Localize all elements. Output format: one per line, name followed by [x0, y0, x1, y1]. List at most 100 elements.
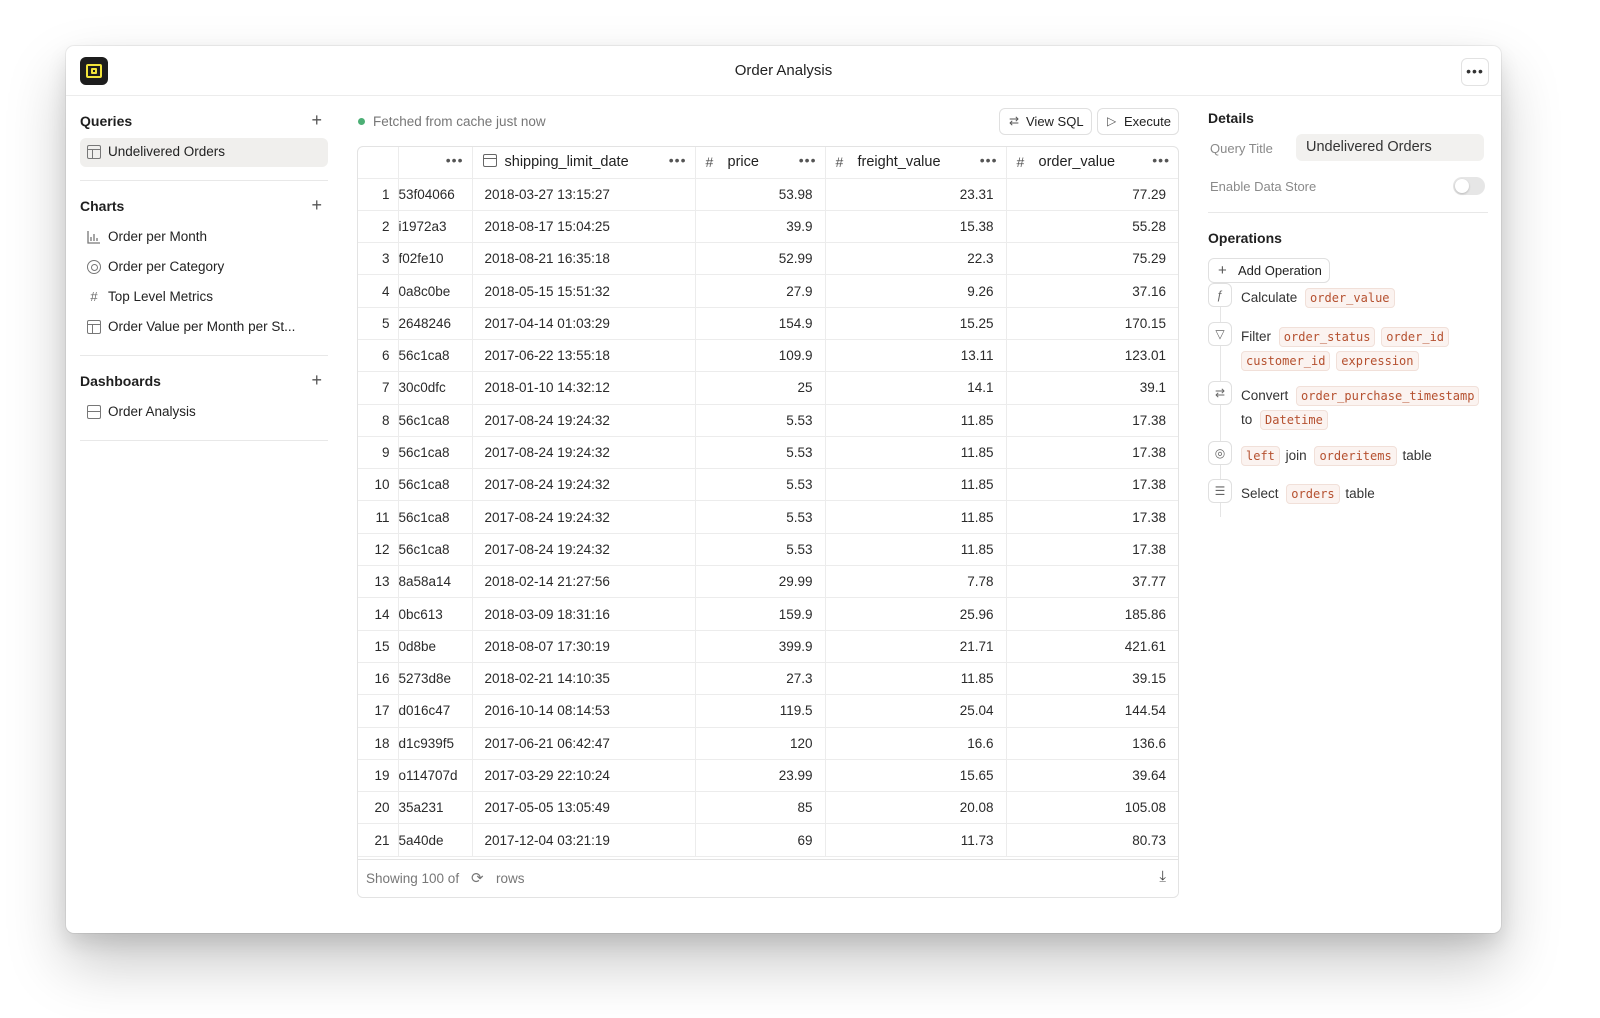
- details-panel: Details Query Title Undelivered Orders E…: [1208, 96, 1488, 933]
- table-row[interactable]: 3 f02fe10 2018-08-21 16:35:18 52.99 22.3 75.2…: [358, 242, 1178, 276]
- table-row[interactable]: 8 56c1ca8 2017-08-24 19:24:32 5.53 11.85 17.3…: [358, 404, 1178, 437]
- cell-order-value: 75.29: [1006, 242, 1178, 276]
- sidebar-item-order-per-category[interactable]: Order per Category: [80, 253, 328, 282]
- cell-price: 5.53: [695, 500, 826, 534]
- dashboard-icon: [87, 405, 101, 419]
- cell-freight-value: 11.85: [825, 500, 1007, 534]
- table-row[interactable]: 19 o114707d 2017-03-29 22:10:24 23.99 15.65 3…: [358, 759, 1178, 793]
- refresh-count-icon[interactable]: ⟳: [471, 869, 484, 887]
- column-menu-icon[interactable]: •••: [669, 152, 687, 168]
- add-chart-button[interactable]: +: [311, 195, 322, 215]
- column-header-price[interactable]: # price •••: [695, 147, 826, 179]
- cell-shipping-limit-date: 2018-05-15 15:51:32: [472, 274, 696, 308]
- hash-icon: #: [90, 289, 98, 304]
- table-row[interactable]: 13 8a58a14 2018-02-14 21:27:56 29.99 7.78 37.…: [358, 565, 1178, 599]
- operation-description: Convert order_purchase_timestamp to Date…: [1241, 384, 1491, 432]
- cell-price: 39.9: [695, 210, 826, 244]
- cell-shipping-limit-date: 2017-08-24 19:24:32: [472, 533, 696, 567]
- query-title-input[interactable]: Undelivered Orders: [1296, 134, 1484, 161]
- table-row[interactable]: 1 53f04066 2018-03-27 13:15:27 53.98 23.31 77…: [358, 178, 1178, 211]
- add-operation-button[interactable]: + Add Operation: [1208, 258, 1330, 283]
- sidebar-item-label: Undelivered Orders: [108, 144, 226, 159]
- row-number: 15: [358, 630, 399, 663]
- sidebar-item-order-per-month[interactable]: Order per Month: [80, 223, 328, 252]
- cell-price: 159.9: [695, 597, 826, 631]
- table-row[interactable]: 20 35a231 2017-05-05 13:05:49 85 20.08 105.08: [358, 791, 1178, 825]
- row-number: 1: [358, 178, 399, 211]
- column-header-order-value[interactable]: # order_value •••: [1006, 147, 1178, 179]
- table-row[interactable]: 14 0bc613 2018-03-09 18:31:16 159.9 25.96 185…: [358, 597, 1178, 631]
- cell-order-value: 39.64: [1006, 759, 1178, 793]
- cell-id: 0a8c0be: [398, 274, 473, 308]
- cell-order-value: 144.54: [1006, 694, 1178, 728]
- table-row[interactable]: 16 5273d8e 2018-02-21 14:10:35 27.3 11.85 39.…: [358, 662, 1178, 696]
- column-menu-icon[interactable]: •••: [980, 152, 998, 168]
- cell-order-value: 80.73: [1006, 823, 1178, 857]
- sidebar-item-label: Top Level Metrics: [108, 289, 214, 304]
- column-menu-icon[interactable]: •••: [1152, 152, 1170, 168]
- cell-id: d1c939f5: [398, 727, 473, 760]
- table-row[interactable]: 17 d016c47 2016-10-14 08:14:53 119.5 25.04 14…: [358, 694, 1178, 728]
- queries-title: Queries: [80, 113, 133, 129]
- cell-price: 85: [695, 791, 826, 825]
- charts-title: Charts: [80, 198, 125, 214]
- add-query-button[interactable]: +: [311, 110, 322, 130]
- cell-order-value: 17.38: [1006, 500, 1178, 534]
- column-header-shipping-limit-date[interactable]: shipping_limit_date •••: [472, 147, 696, 179]
- status-indicator: [358, 118, 365, 125]
- pie-chart-icon: [87, 260, 101, 274]
- cell-id: 5a40de: [398, 823, 473, 857]
- more-options-button[interactable]: •••: [1461, 58, 1489, 86]
- row-number: 18: [358, 727, 399, 760]
- cell-order-value: 421.61: [1006, 630, 1178, 663]
- operation-token: order_status: [1278, 327, 1376, 347]
- row-number: 2: [358, 210, 399, 244]
- table-row[interactable]: 18 d1c939f5 2017-06-21 06:42:47 120 16.6 136.…: [358, 727, 1178, 760]
- execute-button[interactable]: ▷ Execute: [1097, 108, 1179, 135]
- cell-id: 0bc613: [398, 597, 473, 631]
- row-number: 6: [358, 339, 399, 373]
- column-menu-icon[interactable]: •••: [799, 152, 817, 168]
- table-row[interactable]: 6 56c1ca8 2017-06-22 13:55:18 109.9 13.11 123…: [358, 339, 1178, 373]
- operation-text: table: [1402, 448, 1432, 463]
- cell-id: 35a231: [398, 791, 473, 825]
- cell-shipping-limit-date: 2018-02-21 14:10:35: [472, 662, 696, 696]
- sidebar-item-order-analysis[interactable]: Order Analysis: [80, 398, 328, 427]
- sidebar-item-undelivered-orders[interactable]: Undelivered Orders: [80, 138, 328, 167]
- cell-price: 27.9: [695, 274, 826, 308]
- cell-id: 56c1ca8: [398, 339, 473, 373]
- sidebar-item-label: Order Value per Month per St...: [108, 319, 296, 334]
- row-count-text: Showing 100 of: [366, 871, 460, 886]
- cell-order-value: 17.38: [1006, 436, 1178, 470]
- operation-text: to: [1241, 412, 1253, 427]
- table-row[interactable]: 2 i1972a3 2018-08-17 15:04:25 39.9 15.38 55.2…: [358, 210, 1178, 244]
- add-dashboard-button[interactable]: +: [311, 370, 322, 390]
- enable-data-store-toggle[interactable]: [1453, 177, 1485, 195]
- row-number: 16: [358, 662, 399, 696]
- cell-freight-value: 22.3: [825, 242, 1007, 276]
- calendar-icon: [482, 154, 497, 170]
- table-footer: Showing 100 of ⟳ rows ⤓: [358, 859, 1178, 897]
- cell-id: 8a58a14: [398, 565, 473, 599]
- cell-price: 27.3: [695, 662, 826, 696]
- cell-id: 2648246: [398, 307, 473, 340]
- cell-order-value: 17.38: [1006, 533, 1178, 567]
- table-row[interactable]: 9 56c1ca8 2017-08-24 19:24:32 5.53 11.85 17.3…: [358, 436, 1178, 470]
- column-menu-icon[interactable]: •••: [446, 152, 464, 168]
- column-header-id[interactable]: •••: [398, 147, 473, 179]
- table-row[interactable]: 7 30c0dfc 2018-01-10 14:32:12 25 14.1 39.1: [358, 371, 1178, 405]
- cell-freight-value: 15.25: [825, 307, 1007, 340]
- table-row[interactable]: 15 0d8be 2018-08-07 17:30:19 399.9 21.71 421.…: [358, 630, 1178, 663]
- sidebar-item-order-value-per-month[interactable]: Order Value per Month per St...: [80, 313, 328, 342]
- table-row[interactable]: 4 0a8c0be 2018-05-15 15:51:32 27.9 9.26 37.16: [358, 274, 1178, 308]
- table-row[interactable]: 10 56c1ca8 2017-08-24 19:24:32 5.53 11.85 17.…: [358, 468, 1178, 502]
- sidebar-item-top-level-metrics[interactable]: # Top Level Metrics: [80, 283, 328, 312]
- column-header-freight-value[interactable]: # freight_value •••: [825, 147, 1007, 179]
- table-row[interactable]: 12 56c1ca8 2017-08-24 19:24:32 5.53 11.85 17.…: [358, 533, 1178, 567]
- table-row[interactable]: 5 2648246 2017-04-14 01:03:29 154.9 15.25 170…: [358, 307, 1178, 340]
- download-icon[interactable]: ⤓: [1159, 868, 1166, 885]
- table-row[interactable]: 11 56c1ca8 2017-08-24 19:24:32 5.53 11.85 17.…: [358, 500, 1178, 534]
- table-row[interactable]: 21 5a40de 2017-12-04 03:21:19 69 11.73 80.73: [358, 823, 1178, 857]
- view-sql-button[interactable]: ⇄ View SQL: [999, 108, 1092, 135]
- cell-shipping-limit-date: 2018-08-21 16:35:18: [472, 242, 696, 276]
